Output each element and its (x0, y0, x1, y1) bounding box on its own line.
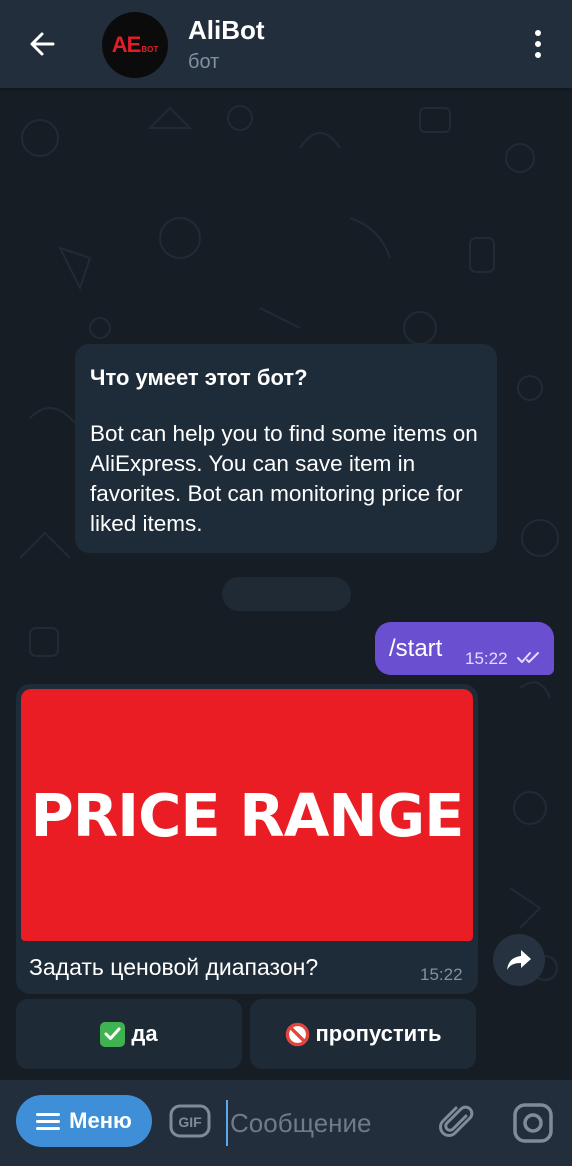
back-button[interactable] (22, 24, 62, 64)
no-entry-icon (285, 1022, 309, 1046)
avatar-logo-sub: BOT (141, 44, 159, 54)
gif-button[interactable]: GIF (168, 1102, 212, 1140)
bot-avatar[interactable]: AE BOT (102, 12, 168, 78)
menu-icon (36, 1112, 61, 1130)
inline-button-skip[interactable]: пропустить (250, 999, 476, 1069)
dot-icon (535, 41, 541, 47)
double-check-icon (517, 652, 539, 663)
share-button[interactable] (493, 934, 545, 986)
message-composer: Меню GIF (0, 1080, 572, 1166)
message-time: 15:22 (465, 649, 508, 668)
bot-info-title: Что умеет этот бот? (90, 365, 308, 390)
message-text: /start (389, 635, 443, 662)
inline-button-yes[interactable]: да (16, 999, 242, 1069)
chat-subtitle: бот (188, 51, 220, 73)
svg-text:GIF: GIF (178, 1114, 202, 1130)
inline-button-label: пропустить (315, 1021, 442, 1046)
camera-icon (513, 1103, 553, 1143)
bot-info-card: Что умеет этот бот? Bot can help you to … (75, 344, 497, 553)
share-arrow-icon (507, 950, 531, 970)
message-photo[interactable]: PRICE RANGE (21, 689, 473, 941)
check-mark-icon (100, 1021, 126, 1047)
photo-text: PRICE RANGE (30, 780, 465, 850)
gif-icon: GIF (169, 1104, 211, 1138)
chat-screen: AE BOT AliBot бот Что умеет этот бот? Bo… (0, 0, 572, 1166)
menu-button-label: Меню (69, 1108, 132, 1133)
message-input[interactable] (226, 1100, 432, 1146)
chat-header: AE BOT AliBot бот (0, 0, 572, 88)
more-options-button[interactable] (524, 26, 552, 62)
message-time: 15:22 (420, 965, 463, 984)
date-separator (222, 577, 351, 611)
camera-button[interactable] (512, 1102, 554, 1144)
bot-info-text: Bot can help you to find some items on A… (90, 421, 478, 536)
dot-icon (535, 30, 541, 36)
bot-menu-button[interactable]: Меню (16, 1095, 152, 1147)
outgoing-message[interactable]: /start 15:22 (375, 622, 554, 675)
dot-icon (535, 52, 541, 58)
paperclip-icon (439, 1105, 474, 1137)
arrow-left-icon (30, 32, 55, 56)
avatar-logo-main: AE (111, 32, 142, 57)
attach-button[interactable] (438, 1102, 478, 1142)
photo-caption: Задать ценовой диапазон? (29, 954, 319, 980)
chat-title[interactable]: AliBot (188, 15, 265, 46)
inline-button-label: да (131, 1021, 158, 1046)
incoming-photo-message[interactable]: PRICE RANGE Задать ценовой диапазон? 15:… (16, 684, 478, 994)
